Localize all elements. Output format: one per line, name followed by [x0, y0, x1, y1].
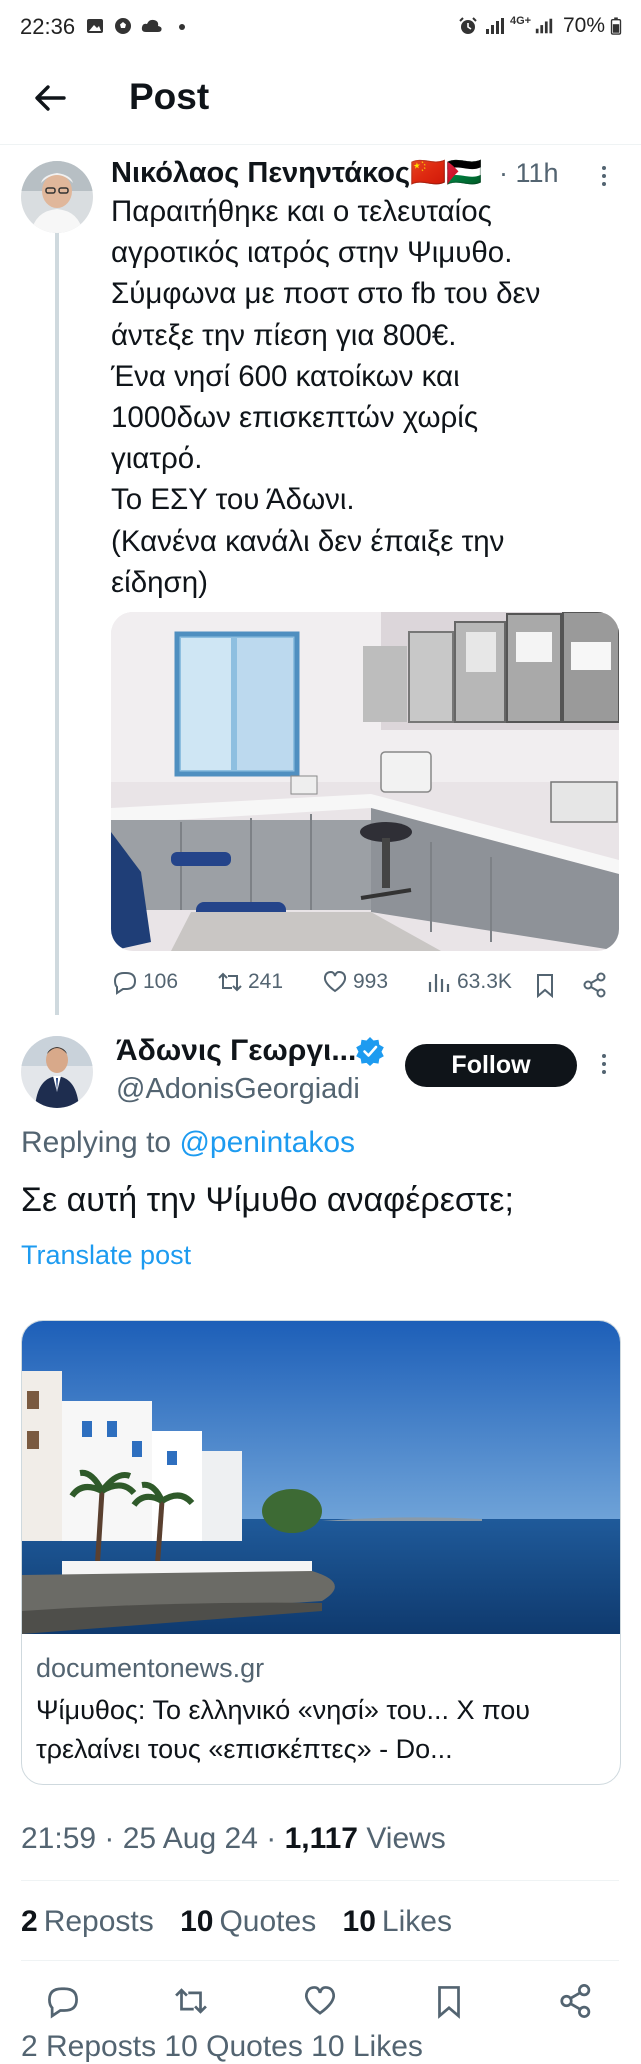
- link-preview-card[interactable]: documentonews.gr Ψίμυθος: Το ελληνικό «ν…: [21, 1320, 621, 1785]
- post-media-image[interactable]: [111, 612, 619, 951]
- dot-icon: [179, 24, 185, 30]
- reply-icon[interactable]: [44, 1982, 82, 2020]
- scrolled-stats-ghost: 2 Reposts 10 Quotes 10 Likes: [21, 2030, 423, 2063]
- share-icon[interactable]: [557, 1982, 595, 2020]
- like-count: 993: [353, 970, 389, 993]
- thread-connector-line: [55, 225, 59, 1015]
- replying-prefix: Replying to: [21, 1126, 180, 1159]
- views-count: 63.3K: [457, 970, 512, 993]
- replying-mention-link[interactable]: @penintakos: [179, 1126, 355, 1159]
- divider: [21, 1960, 619, 1961]
- top-app-bar: Post: [0, 58, 641, 145]
- post-timestamp-views: 21:59 · 25 Aug 24 · 1,117 Views: [21, 1822, 446, 1855]
- battery-icon: [610, 17, 622, 35]
- repost-count: 241: [248, 970, 284, 993]
- link-title: Ψίμυθος: Το ελληνικό «νησί» του... Χ που…: [36, 1695, 531, 1764]
- alarm-icon: [459, 17, 477, 34]
- soccer-ball-icon: [115, 18, 131, 34]
- bookmark-icon[interactable]: [430, 1982, 468, 2020]
- author-name[interactable]: Άδωνις Γεωργι...: [116, 1034, 356, 1068]
- avatar-image: [21, 1036, 93, 1108]
- status-bar: 22:36 4G+ 70%: [0, 0, 641, 58]
- author-name-text: Νικόλαος Πενηντάκος: [111, 157, 411, 189]
- author-handle[interactable]: @AdonisGeorgiadi: [116, 1073, 360, 1106]
- network-type: 4G+: [510, 15, 532, 27]
- cloud-icon: [141, 19, 162, 32]
- post-actions-bar: 106 241 993 63.3K: [111, 968, 619, 1002]
- engagement-stats: 2 Reposts 10 Quotes 10 Likes: [21, 1905, 452, 1939]
- repost-icon: [218, 972, 242, 992]
- likes-stat[interactable]: 10 Likes: [343, 1905, 452, 1938]
- views-label: Views: [366, 1822, 446, 1855]
- signal-icon: [486, 18, 504, 34]
- likes-count: 10: [342, 1905, 376, 1938]
- post-text: Σε αυτή την Ψίμυθο αναφέρεστε;: [21, 1181, 514, 1219]
- follow-button[interactable]: Follow: [405, 1044, 577, 1087]
- post-action-toolbar: [0, 1982, 641, 2022]
- reposts-label: Reposts: [43, 1905, 154, 1938]
- page-title: Post: [129, 76, 210, 117]
- quotes-count: 10: [180, 1905, 214, 1938]
- reply-icon: [113, 972, 137, 995]
- translate-post-link[interactable]: Translate post: [21, 1240, 191, 1271]
- avatar[interactable]: [21, 1036, 93, 1108]
- share-icon[interactable]: [581, 971, 609, 999]
- battery-percent: 70%: [563, 14, 606, 37]
- signal-icon-2: [535, 18, 553, 34]
- link-preview-image: [22, 1321, 620, 1634]
- reply-count: 106: [143, 970, 179, 993]
- reposts-count: 2: [21, 1905, 38, 1938]
- more-icon[interactable]: [602, 166, 608, 190]
- views-button[interactable]: 63.3K: [425, 968, 512, 996]
- avatar-image: [21, 161, 93, 233]
- post-date[interactable]: 25 Aug 24: [123, 1822, 258, 1855]
- post-time[interactable]: · 11h: [499, 158, 559, 189]
- like-button[interactable]: 993: [321, 968, 388, 996]
- image-notification-icon: [87, 19, 103, 33]
- reposts-stat[interactable]: 2 Reposts: [21, 1905, 154, 1938]
- like-icon[interactable]: [301, 1982, 339, 2020]
- verified-badge-icon: [356, 1037, 384, 1066]
- bookmark-icon[interactable]: [531, 971, 559, 999]
- avatar[interactable]: [21, 161, 93, 233]
- repost-icon[interactable]: [172, 1982, 210, 2020]
- post-text: Παραιτήθηκε και ο τελευταίος αγροτικός ι…: [111, 195, 541, 599]
- views-icon: [428, 974, 450, 992]
- replying-to: Replying to @penintakos: [21, 1126, 355, 1160]
- quotes-label: Quotes: [219, 1905, 317, 1938]
- author-flags: 🇨🇳🇵🇸: [410, 157, 483, 189]
- views-count: 1,117: [284, 1822, 358, 1855]
- repost-button[interactable]: 241: [216, 968, 283, 996]
- likes-label: Likes: [381, 1905, 452, 1938]
- back-arrow-icon[interactable]: [32, 80, 68, 116]
- clinic-room-image: [111, 612, 619, 951]
- quotes-stat[interactable]: 10 Quotes: [180, 1905, 316, 1938]
- divider: [21, 1880, 619, 1881]
- like-icon: [323, 970, 347, 993]
- status-time: 22:36: [20, 14, 76, 39]
- link-domain: documentonews.gr: [36, 1653, 265, 1683]
- author-name[interactable]: Νικόλαος Πενηντάκος🇨🇳🇵🇸: [111, 156, 482, 190]
- post-time[interactable]: 21:59: [21, 1822, 96, 1855]
- more-icon[interactable]: [602, 1054, 608, 1078]
- reply-button[interactable]: 106: [111, 968, 178, 996]
